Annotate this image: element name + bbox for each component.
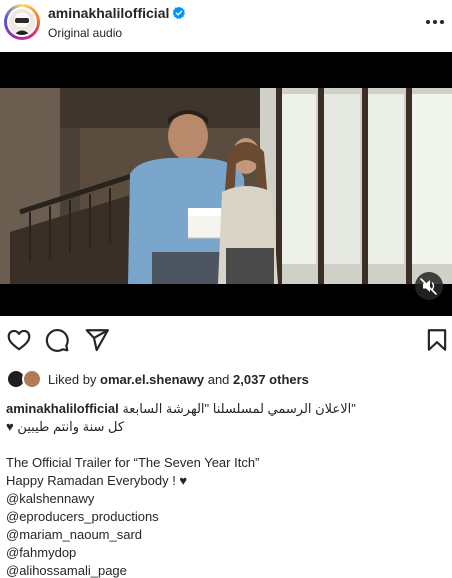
mention-link[interactable]: @mariam_naoum_sard <box>6 526 446 544</box>
mention-link[interactable]: @kalshennawy <box>6 490 446 508</box>
profile-avatar[interactable] <box>4 4 40 40</box>
mute-toggle-button[interactable] <box>415 272 443 300</box>
original-audio-link[interactable]: Original audio <box>48 26 122 40</box>
post-header: aminakhalilofficial Original audio <box>0 0 452 52</box>
caption-username[interactable]: aminakhalilofficial <box>6 401 119 416</box>
heart-icon[interactable] <box>6 327 32 353</box>
caption-line: aminakhalilofficial "الاعلان الرسمي لمسل… <box>6 400 446 418</box>
post-caption: aminakhalilofficial "الاعلان الرسمي لمسل… <box>6 400 446 578</box>
liker-username[interactable]: omar.el.shenawy <box>100 372 204 387</box>
paper-plane-icon[interactable] <box>84 327 110 353</box>
mention-link[interactable]: @alihossamali_page <box>6 562 446 578</box>
caption-arabic-greeting: كل سنة وانتم طيبين ♥ <box>6 419 125 434</box>
bookmark-icon[interactable] <box>424 327 450 353</box>
comment-icon[interactable] <box>44 327 70 353</box>
verified-badge-icon <box>173 6 186 20</box>
profile-username[interactable]: aminakhalilofficial <box>48 5 186 21</box>
mention-link[interactable]: @fahmydop <box>6 544 446 562</box>
likes-count[interactable]: 2,037 others <box>233 372 309 387</box>
caption-line: كل سنة وانتم طيبين ♥ <box>6 418 446 436</box>
post-actions <box>0 323 452 359</box>
caption-trailer-line: The Official Trailer for “The Seven Year… <box>6 455 260 470</box>
post-video[interactable] <box>0 52 452 316</box>
more-options-icon[interactable] <box>424 12 446 32</box>
speaker-muted-icon <box>420 278 437 295</box>
mention-link[interactable]: @eproducers_productions <box>6 508 446 526</box>
caption-arabic-title: "الاعلان الرسمي لمسلسلنا "الهرشة السابعة <box>122 401 356 416</box>
likes-summary[interactable]: Liked by omar.el.shenawy and 2,037 other… <box>48 372 309 387</box>
caption-greeting-line: Happy Ramadan Everybody ! ♥ <box>6 473 188 488</box>
likes-row: Liked by omar.el.shenawy and 2,037 other… <box>0 366 452 392</box>
liker-avatar[interactable] <box>22 369 42 389</box>
video-frame <box>0 52 452 316</box>
